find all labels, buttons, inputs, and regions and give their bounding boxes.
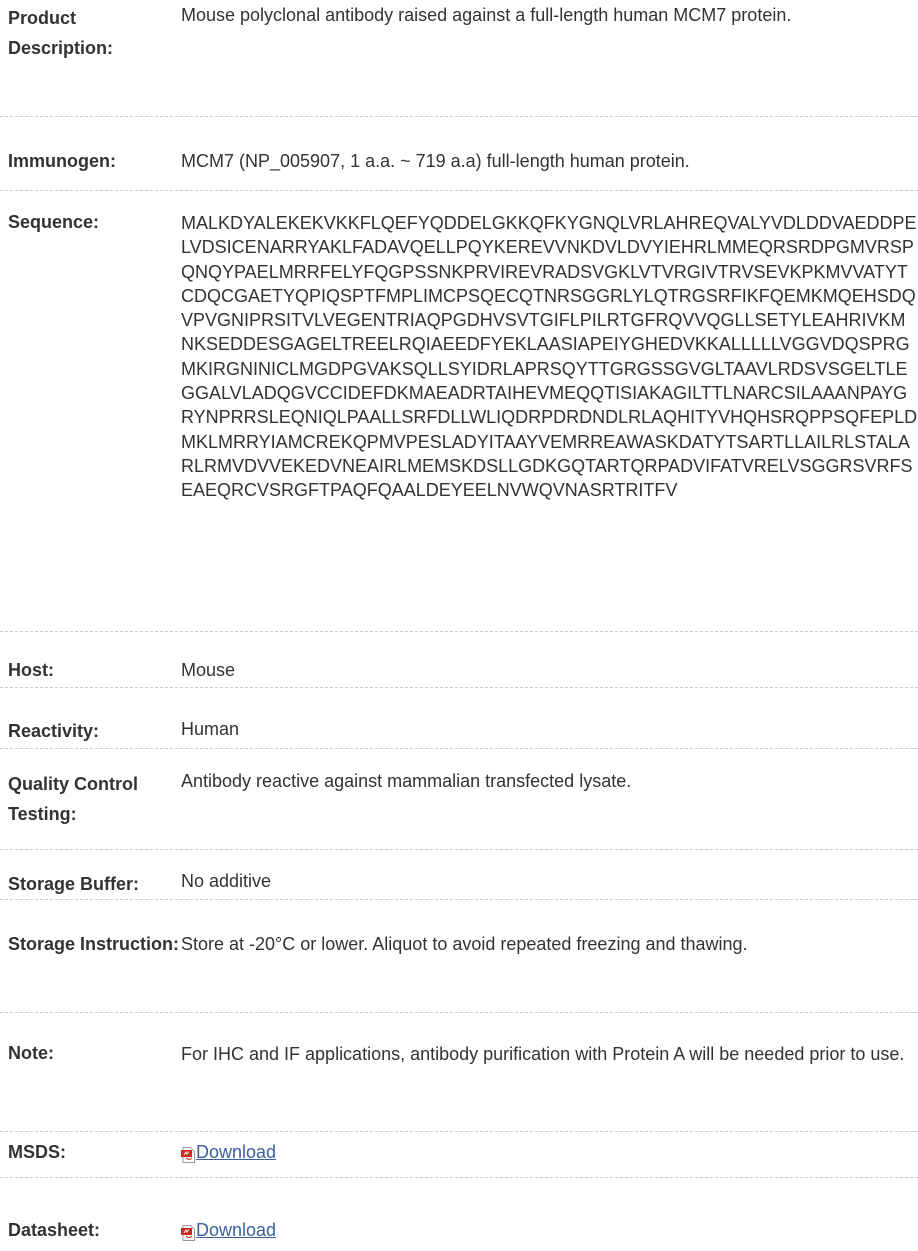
datasheet-label: Datasheet:	[8, 1220, 101, 1240]
spec-row-storage-instruction: Storage Instruction: Store at -20°C or l…	[0, 900, 918, 1013]
spec-row-note: Note: For IHC and IF applications, antib…	[0, 1013, 918, 1132]
quality-control-label: Quality Control Testing:	[8, 774, 138, 824]
datasheet-download-label[interactable]: Download	[196, 1218, 276, 1242]
pdf-icon	[181, 1145, 195, 1163]
msds-label: MSDS:	[8, 1142, 66, 1162]
host-label: Host:	[8, 660, 54, 680]
msds-download-link[interactable]: Download	[181, 1140, 276, 1164]
sequence-value: MALKDYALEKEKVKKFLQEFYQDDELGKKQFKYGNQLVRL…	[181, 213, 918, 501]
note-value: For IHC and IF applications, antibody pu…	[181, 1044, 905, 1064]
quality-control-value: Antibody reactive against mammalian tran…	[181, 771, 632, 791]
host-value: Mouse	[181, 660, 236, 680]
spec-row-reactivity: Reactivity: Human	[0, 688, 918, 749]
reactivity-value: Human	[181, 719, 240, 739]
spec-row-datasheet: Datasheet: Download	[0, 1178, 918, 1251]
datasheet-download-link[interactable]: Download	[181, 1218, 276, 1242]
note-label: Note:	[8, 1043, 54, 1063]
spec-row-sequence: Sequence: MALKDYALEKEKVKKFLQEFYQDDELGKKQ…	[0, 191, 918, 632]
immunogen-label: Immunogen:	[8, 151, 116, 171]
immunogen-value: MCM7 (NP_005907, 1 a.a. ~ 719 a.a) full-…	[181, 151, 690, 171]
reactivity-label: Reactivity:	[8, 721, 100, 741]
msds-download-label[interactable]: Download	[196, 1140, 276, 1164]
datasheet-value: Download	[181, 1215, 918, 1246]
storage-buffer-value: No additive	[181, 871, 272, 891]
spec-row-product-description: Product Description: Mouse polyclonal an…	[0, 0, 918, 117]
spec-row-storage-buffer: Storage Buffer: No additive	[0, 850, 918, 900]
spec-row-host: Host: Mouse	[0, 632, 918, 688]
pdf-icon	[181, 1223, 195, 1241]
spec-row-msds: MSDS: Download	[0, 1132, 918, 1178]
storage-buffer-label: Storage Buffer:	[8, 874, 140, 894]
product-description-label: Product Description:	[8, 8, 114, 58]
storage-instruction-value: Store at -20°C or lower. Aliquot to avoi…	[181, 934, 748, 954]
product-description-value: Mouse polyclonal antibody raised against…	[181, 5, 792, 25]
product-spec-table: Product Description: Mouse polyclonal an…	[0, 0, 918, 1251]
msds-value: Download	[181, 1137, 918, 1168]
storage-instruction-label: Storage Instruction:	[8, 934, 180, 954]
spec-row-quality-control: Quality Control Testing: Antibody reacti…	[0, 749, 918, 850]
sequence-label: Sequence:	[8, 212, 100, 232]
spec-row-immunogen: Immunogen: MCM7 (NP_005907, 1 a.a. ~ 719…	[0, 117, 918, 191]
